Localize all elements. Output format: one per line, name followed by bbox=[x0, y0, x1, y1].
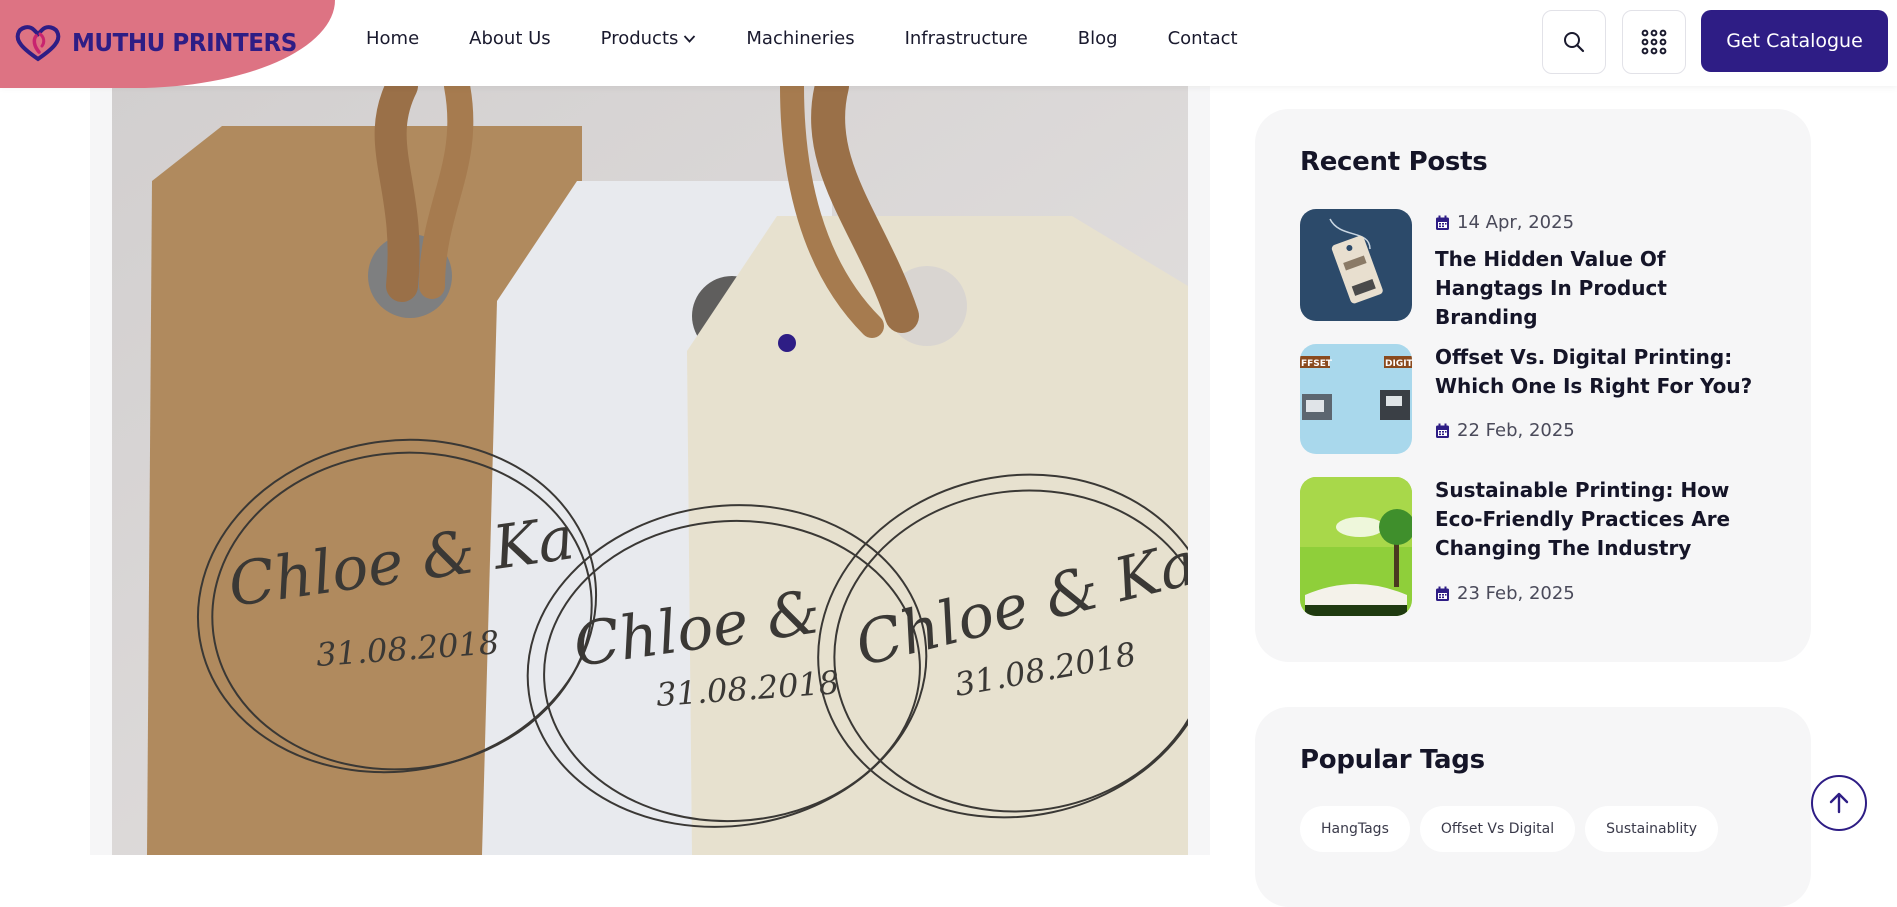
thumb-label-offset: FFSET bbox=[1301, 359, 1333, 369]
post-thumbnail[interactable] bbox=[1300, 209, 1412, 321]
recent-post-item[interactable]: FFSET DIGIT Offset Vs. Digital Printing:… bbox=[1300, 344, 1780, 454]
nav-contact[interactable]: Contact bbox=[1168, 28, 1238, 49]
recent-posts-card: Recent Posts 14 Apr, 2025 The Hidden Val… bbox=[1255, 109, 1811, 662]
nav-about-us[interactable]: About Us bbox=[469, 28, 551, 49]
recent-post-item[interactable]: 14 Apr, 2025 The Hidden Value Of Hangtag… bbox=[1300, 209, 1780, 329]
calendar-icon bbox=[1436, 215, 1449, 230]
post-date: 14 Apr, 2025 bbox=[1435, 212, 1574, 233]
post-title-link[interactable]: Sustainable Printing: How Eco-Friendly P… bbox=[1435, 476, 1775, 563]
nav-machineries-label: Machineries bbox=[746, 28, 855, 49]
calendar-icon bbox=[1436, 586, 1449, 601]
nav-home[interactable]: Home bbox=[366, 28, 419, 49]
nav-contact-label: Contact bbox=[1167, 28, 1238, 49]
search-button[interactable] bbox=[1542, 10, 1606, 74]
search-icon bbox=[1564, 32, 1585, 53]
recent-posts-title: Recent Posts bbox=[1300, 147, 1488, 177]
tag-sustainability[interactable]: Sustainablity bbox=[1585, 806, 1719, 852]
post-date: 23 Feb, 2025 bbox=[1435, 583, 1575, 604]
nav-products-label: Products bbox=[600, 28, 679, 49]
chevron-down-icon bbox=[684, 34, 696, 43]
article-hero-image: Chloe & Ka 31.08.2018 Chloe & 31.08.2018… bbox=[112, 86, 1188, 855]
thumb-label-digital: DIGIT bbox=[1385, 359, 1412, 369]
site-header: MUTHU PRINTERS Home About Us Products Ma… bbox=[0, 0, 1897, 88]
heart-logo-icon bbox=[15, 25, 61, 62]
post-date: 22 Feb, 2025 bbox=[1435, 420, 1575, 441]
calendar-icon bbox=[1436, 423, 1449, 438]
arrow-up-icon bbox=[1829, 792, 1849, 814]
menu-button[interactable] bbox=[1622, 10, 1686, 74]
post-date-text: 23 Feb, 2025 bbox=[1457, 583, 1575, 604]
grid-menu-icon bbox=[1641, 29, 1667, 55]
popular-tags-card: Popular Tags HangTags Offset Vs Digital … bbox=[1255, 707, 1811, 907]
nav-infrastructure-label: Infrastructure bbox=[904, 28, 1028, 49]
nav-home-label: Home bbox=[366, 28, 420, 49]
nav-about-us-label: About Us bbox=[469, 28, 551, 49]
logo[interactable]: MUTHU PRINTERS bbox=[0, 0, 335, 88]
post-thumbnail[interactable]: FFSET DIGIT bbox=[1300, 344, 1412, 454]
nav-blog[interactable]: Blog bbox=[1078, 28, 1118, 49]
tag-offset-vs-digital[interactable]: Offset Vs Digital bbox=[1419, 806, 1576, 852]
scroll-to-top-button[interactable] bbox=[1811, 775, 1867, 831]
recent-post-item[interactable]: Sustainable Printing: How Eco-Friendly P… bbox=[1300, 477, 1780, 617]
image-indicator-dot bbox=[778, 334, 796, 352]
get-catalogue-button[interactable]: Get Catalogue bbox=[1701, 10, 1888, 72]
popular-tags-title: Popular Tags bbox=[1300, 745, 1485, 775]
nav-machineries[interactable]: Machineries bbox=[746, 28, 854, 49]
nav-products[interactable]: Products bbox=[601, 28, 697, 49]
post-title-link[interactable]: The Hidden Value Of Hangtags In Product … bbox=[1435, 245, 1775, 332]
post-thumbnail[interactable] bbox=[1300, 477, 1412, 616]
post-date-text: 14 Apr, 2025 bbox=[1457, 212, 1575, 233]
post-date-text: 22 Feb, 2025 bbox=[1457, 420, 1575, 441]
nav-blog-label: Blog bbox=[1077, 28, 1118, 49]
tag-list: HangTags Offset Vs Digital Sustainablity bbox=[1300, 806, 1719, 852]
nav-infrastructure[interactable]: Infrastructure bbox=[905, 28, 1028, 49]
tag-hangtags[interactable]: HangTags bbox=[1300, 806, 1410, 852]
brand-name: MUTHU PRINTERS bbox=[72, 28, 297, 57]
main-nav: Home About Us Products Machineries Infra… bbox=[366, 28, 1288, 49]
post-title-link[interactable]: Offset Vs. Digital Printing: Which One I… bbox=[1435, 343, 1775, 401]
